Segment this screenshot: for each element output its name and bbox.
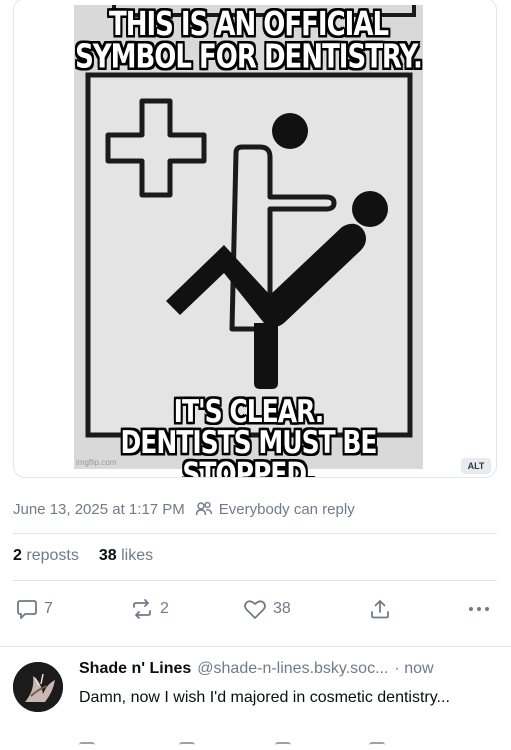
share-icon xyxy=(371,600,389,619)
share-button[interactable] xyxy=(369,594,397,624)
divider xyxy=(13,580,497,581)
repost-count: 2 xyxy=(160,600,169,617)
reposts-count: 2 xyxy=(13,547,22,564)
avatar[interactable] xyxy=(13,662,63,712)
reply-setting[interactable]: Everybody can reply xyxy=(219,501,355,518)
post-actions-row: 7 2 38 xyxy=(13,594,497,624)
reply-header: Shade n' Lines @shade-n-lines.bsky.soc..… xyxy=(79,660,499,678)
reply-share-icon[interactable] xyxy=(369,742,385,750)
post-meta-row: June 13, 2025 at 1:17 PM Everybody can r… xyxy=(13,497,497,521)
ellipsis-icon xyxy=(469,607,489,611)
meme-caption-top-line-1: THIS IS AN OFFICIAL xyxy=(108,6,389,44)
likes-label: likes xyxy=(121,547,154,564)
repost-icon xyxy=(133,599,151,619)
repost-button[interactable]: 2 xyxy=(130,594,169,624)
like-button[interactable]: 38 xyxy=(243,594,291,624)
meme-caption-top-line-2: SYMBOL FOR DENTISTRY. xyxy=(75,38,423,76)
heart-icon xyxy=(244,600,266,619)
comment-icon xyxy=(17,600,37,619)
meme-caption-bottom-line-1: IT'S CLEAR. xyxy=(173,393,325,430)
likes-count: 38 xyxy=(98,547,117,564)
meme-image[interactable]: THIS IS AN OFFICIAL SYMBOL FOR DENTISTRY… xyxy=(74,5,423,477)
post-stats-row: 2 reposts 38 likes xyxy=(13,544,173,568)
reposts-stat[interactable]: 2 reposts xyxy=(13,547,79,565)
reply-author-name[interactable]: Shade n' Lines xyxy=(79,660,191,678)
reply-post[interactable]: Shade n' Lines @shade-n-lines.bsky.soc..… xyxy=(0,646,511,750)
post-date[interactable]: June 13, 2025 at 1:17 PM xyxy=(13,501,185,518)
avatar-illustration xyxy=(13,662,63,712)
reply-repost-icon[interactable] xyxy=(179,742,195,750)
image-watermark: imgflip.com xyxy=(76,458,117,467)
reply-comment-icon[interactable] xyxy=(79,742,95,750)
reposts-label: reposts xyxy=(26,547,79,564)
like-count: 38 xyxy=(273,600,291,617)
meme-caption-bottom: IT'S CLEAR. DENTISTS MUST BE STOPPED. xyxy=(74,393,423,478)
reply-actions-row xyxy=(79,742,499,750)
reply-author-handle[interactable]: @shade-n-lines.bsky.soc... xyxy=(197,660,388,678)
meme-caption-top: THIS IS AN OFFICIAL SYMBOL FOR DENTISTRY… xyxy=(74,9,423,74)
reply-count: 7 xyxy=(44,600,53,617)
reply-timestamp[interactable]: · now xyxy=(394,660,433,678)
more-options-button[interactable] xyxy=(467,594,497,624)
reply-heart-icon[interactable] xyxy=(275,742,291,750)
post-image-card[interactable]: THIS IS AN OFFICIAL SYMBOL FOR DENTISTRY… xyxy=(13,0,497,478)
divider xyxy=(13,533,497,534)
meme-caption-bottom-line-2: DENTISTS MUST BE STOPPED. xyxy=(120,424,378,478)
alt-text-button[interactable]: ALT xyxy=(461,458,491,474)
reply-button[interactable]: 7 xyxy=(16,594,53,624)
reply-text: Damn, now I wish I'd majored in cosmetic… xyxy=(79,689,450,706)
likes-stat[interactable]: 38 likes xyxy=(99,547,153,565)
people-icon xyxy=(195,501,212,516)
